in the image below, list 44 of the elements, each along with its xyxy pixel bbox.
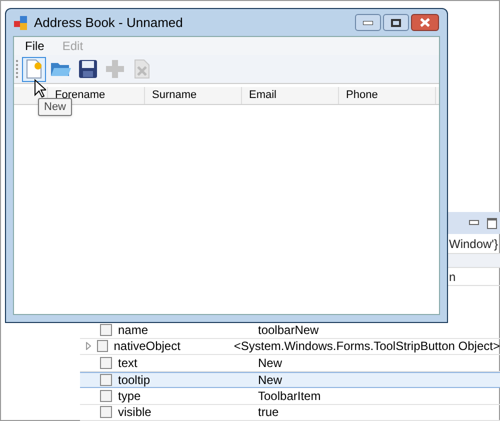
app-icon: [14, 16, 28, 30]
delete-page-icon: [134, 59, 150, 79]
minimize-icon[interactable]: [469, 220, 479, 226]
checkbox[interactable]: [100, 374, 112, 386]
restore-icon[interactable]: [487, 218, 497, 228]
column-header[interactable]: Phone: [339, 87, 436, 104]
checkbox[interactable]: [100, 406, 112, 418]
panel-header-row: [447, 254, 500, 268]
column-header[interactable]: Email: [242, 87, 339, 104]
toolbar-grip-icon[interactable]: [16, 59, 19, 79]
minimize-icon: [363, 20, 373, 24]
property-value: true: [258, 404, 279, 421]
tooltip: New: [38, 98, 72, 116]
maximize-button[interactable]: [383, 14, 409, 31]
property-value: New: [258, 372, 282, 389]
property-name: tooltip: [118, 372, 152, 389]
property-name: nativeObject: [114, 338, 182, 356]
property-name: type: [118, 388, 142, 405]
checkbox[interactable]: [97, 340, 108, 352]
property-value: ToolbarItem: [258, 388, 321, 405]
property-name: name: [118, 322, 150, 339]
checkbox[interactable]: [100, 390, 112, 402]
menu-item[interactable]: File: [17, 37, 52, 55]
maximize-icon: [391, 18, 401, 26]
plus-icon: [105, 59, 125, 79]
checkbox[interactable]: [100, 324, 112, 336]
property-row[interactable]: nativeObject <System.Windows.Forms.ToolStripButton Object>: [80, 338, 500, 355]
new-page-icon: [25, 59, 43, 79]
window-title: Address Book - Unnamed: [34, 14, 183, 32]
property-name: visible: [118, 404, 152, 421]
property-value: toolbarNew: [258, 322, 319, 339]
checkbox[interactable]: [100, 356, 112, 369]
property-value: New: [258, 354, 282, 372]
expand-arrow-icon[interactable]: [86, 342, 92, 350]
column-header[interactable]: Surname: [145, 87, 242, 104]
close-button[interactable]: [411, 14, 439, 31]
minimize-button[interactable]: [355, 14, 381, 31]
property-row[interactable]: type ToolbarItem: [80, 388, 500, 404]
property-name: text: [118, 354, 138, 372]
property-value: <System.Windows.Forms.ToolStripButton Object>: [234, 338, 500, 356]
property-row[interactable]: visible true: [80, 404, 500, 421]
property-row[interactable]: tooltip New: [80, 372, 500, 388]
close-icon: [420, 18, 430, 27]
folder-icon: [50, 60, 72, 78]
